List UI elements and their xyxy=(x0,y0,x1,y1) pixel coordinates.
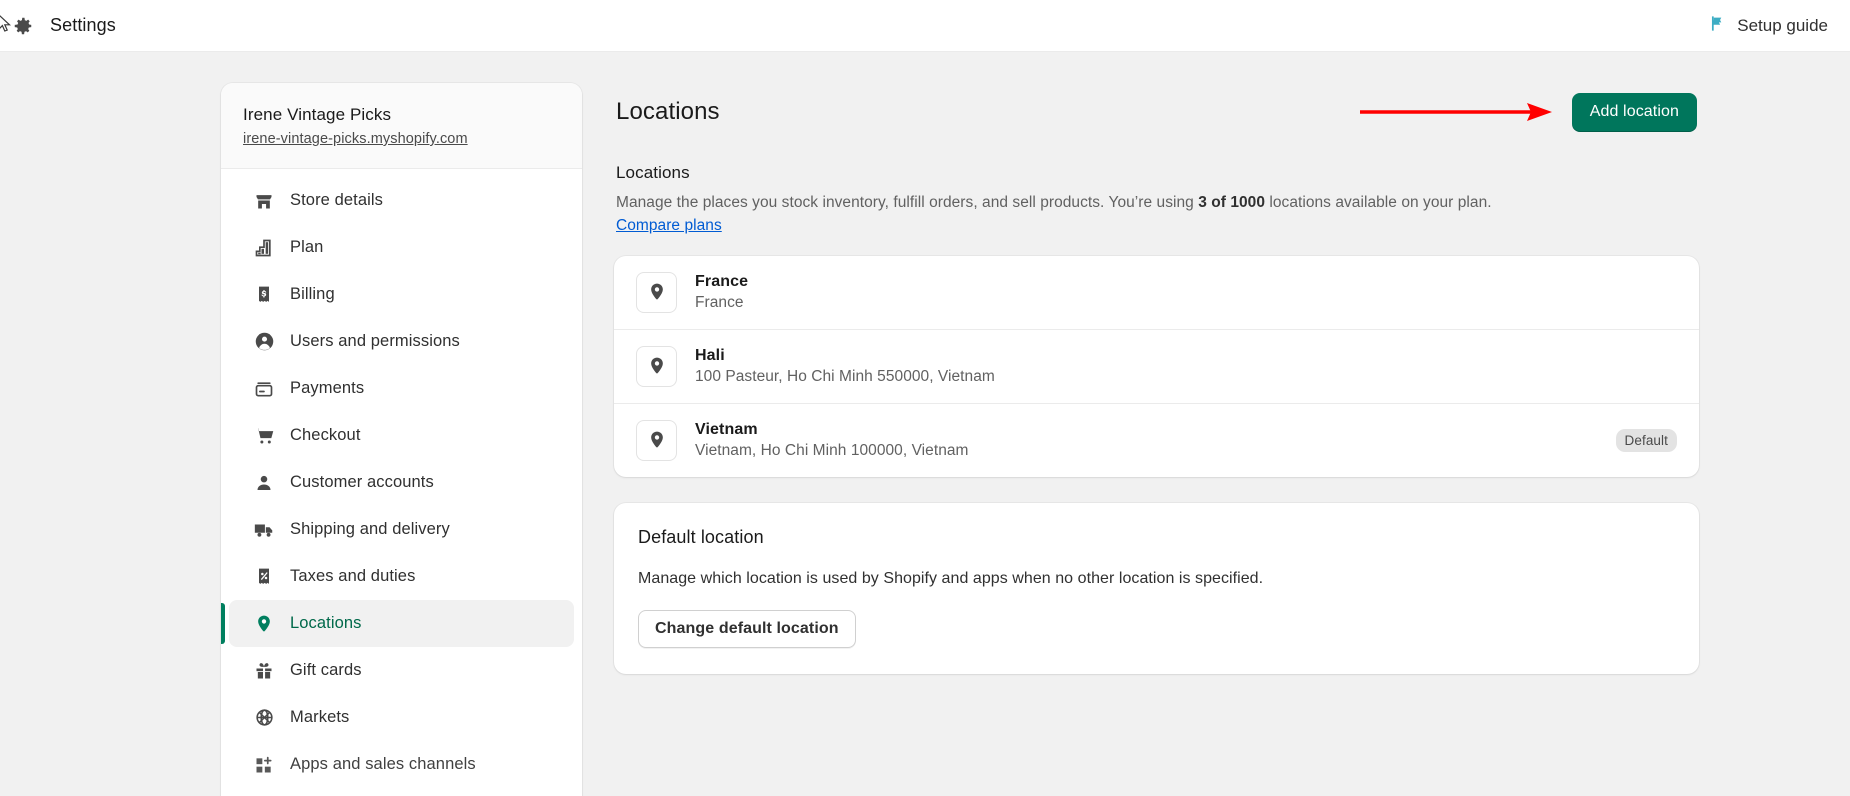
main-header: Locations Add location xyxy=(614,83,1699,141)
locations-section-header: Locations Manage the places you stock in… xyxy=(614,161,1699,238)
header-actions: Add location xyxy=(1571,92,1697,132)
setup-guide-label: Setup guide xyxy=(1737,15,1828,35)
location-address: 100 Pasteur, Ho Chi Minh 550000, Vietnam xyxy=(695,367,995,385)
desc-part-1: Manage the places you stock inventory, f… xyxy=(616,194,1199,211)
percent-receipt-icon xyxy=(253,566,275,588)
page-body: Irene Vintage Picks irene-vintage-picks.… xyxy=(0,52,1850,796)
sidebar-item-label: Locations xyxy=(290,614,362,632)
status-badge: Default xyxy=(1615,428,1677,452)
store-card: Irene Vintage Picks irene-vintage-picks.… xyxy=(221,83,582,169)
location-pin-icon xyxy=(636,419,677,461)
sidebar-item-shipping-and-delivery[interactable]: Shipping and delivery xyxy=(229,506,574,553)
desc-part-2: locations available on your plan. xyxy=(1265,194,1492,211)
location-address: Vietnam, Ho Chi Minh 100000, Vietnam xyxy=(695,441,969,459)
sidebar-item-store-details[interactable]: Store details xyxy=(229,177,574,224)
setup-guide-button[interactable]: Setup guide xyxy=(1708,14,1850,38)
locations-usage-count: 3 of 1000 xyxy=(1198,194,1265,211)
sidebar-item-label: Payments xyxy=(290,379,365,397)
settings-nav: Store details Plan Billing Users and per… xyxy=(221,169,582,788)
sidebar-item-label: Customer accounts xyxy=(290,473,434,491)
sidebar-item-label: Store details xyxy=(290,191,384,209)
location-pin-icon xyxy=(636,271,677,313)
sidebar-item-taxes-and-duties[interactable]: Taxes and duties xyxy=(229,553,574,600)
sidebar-item-label: Checkout xyxy=(290,426,361,444)
sidebar-item-label: Gift cards xyxy=(290,661,362,679)
sidebar-item-label: Billing xyxy=(290,285,335,303)
sidebar-item-markets[interactable]: Markets xyxy=(229,694,574,741)
red-arrow-annotation xyxy=(1358,99,1553,125)
sidebar-item-label: Plan xyxy=(290,238,324,256)
billing-icon xyxy=(253,284,275,306)
main-content: Locations Add location Locations Manage … xyxy=(614,83,1699,700)
globe-icon xyxy=(253,707,275,729)
default-location-description: Manage which location is used by Shopify… xyxy=(638,569,1264,587)
sidebar-item-plan[interactable]: Plan xyxy=(229,224,574,271)
user-circle-icon xyxy=(253,331,275,353)
sidebar-item-label: Apps and sales channels xyxy=(290,755,476,773)
add-location-button[interactable]: Add location xyxy=(1571,92,1697,132)
gift-icon xyxy=(253,660,275,682)
location-address: France xyxy=(695,293,744,311)
sidebar-item-payments[interactable]: Payments xyxy=(229,365,574,412)
locations-section-title: Locations xyxy=(616,163,690,182)
sidebar-item-checkout[interactable]: Checkout xyxy=(229,412,574,459)
sidebar-item-label: Markets xyxy=(290,708,350,726)
sidebar-item-locations[interactable]: Locations xyxy=(221,600,574,647)
location-name: Vietnam xyxy=(695,420,758,438)
location-row[interactable]: Vietnam Vietnam, Ho Chi Minh 100000, Vie… xyxy=(614,404,1699,477)
location-name: France xyxy=(695,272,749,290)
location-pin-icon xyxy=(253,613,275,635)
location-text: Hali 100 Pasteur, Ho Chi Minh 550000, Vi… xyxy=(695,347,995,386)
plan-icon xyxy=(253,237,275,259)
credit-card-icon xyxy=(253,378,275,400)
page-title-topbar: Settings xyxy=(50,15,116,35)
location-text: Vietnam Vietnam, Ho Chi Minh 100000, Vie… xyxy=(695,421,969,460)
compare-plans-link[interactable]: Compare plans xyxy=(616,217,722,234)
apps-plus-icon xyxy=(253,754,275,776)
sidebar-item-gift-cards[interactable]: Gift cards xyxy=(229,647,574,694)
top-bar: Settings Setup guide xyxy=(0,0,1850,52)
truck-icon xyxy=(253,519,275,541)
sidebar-item-label: Shipping and delivery xyxy=(290,520,450,538)
change-default-location-button[interactable]: Change default location xyxy=(638,609,856,648)
sidebar-item-label: Users and permissions xyxy=(290,332,460,350)
store-icon xyxy=(253,190,275,212)
person-icon xyxy=(253,472,275,494)
location-row[interactable]: Hali 100 Pasteur, Ho Chi Minh 550000, Vi… xyxy=(614,330,1699,404)
sidebar-item-customer-accounts[interactable]: Customer accounts xyxy=(229,459,574,506)
sidebar-item-apps-and-sales-channels[interactable]: Apps and sales channels xyxy=(229,741,574,788)
store-url-link[interactable]: irene-vintage-picks.myshopify.com xyxy=(243,131,468,147)
flag-icon xyxy=(1708,14,1727,38)
default-location-card: Default location Manage which location i… xyxy=(614,502,1699,674)
settings-sidebar: Irene Vintage Picks irene-vintage-picks.… xyxy=(221,83,582,796)
locations-section-description: Manage the places you stock inventory, f… xyxy=(616,192,1546,238)
sidebar-item-label: Taxes and duties xyxy=(290,567,416,585)
cursor-arrow-icon xyxy=(0,14,14,34)
sidebar-item-users-and-permissions[interactable]: Users and permissions xyxy=(229,318,574,365)
top-bar-left: Settings xyxy=(0,13,116,39)
cart-icon xyxy=(253,425,275,447)
sidebar-item-billing[interactable]: Billing xyxy=(229,271,574,318)
location-pin-icon xyxy=(636,345,677,387)
location-row[interactable]: France France xyxy=(614,256,1699,330)
locations-list-card: France France Hali 100 Pasteur, Ho Chi M… xyxy=(614,255,1699,477)
default-location-title: Default location xyxy=(638,526,764,547)
store-name: Irene Vintage Picks xyxy=(243,105,392,124)
location-text: France France xyxy=(695,273,748,312)
page-title: Locations xyxy=(616,98,720,125)
location-name: Hali xyxy=(695,346,725,364)
